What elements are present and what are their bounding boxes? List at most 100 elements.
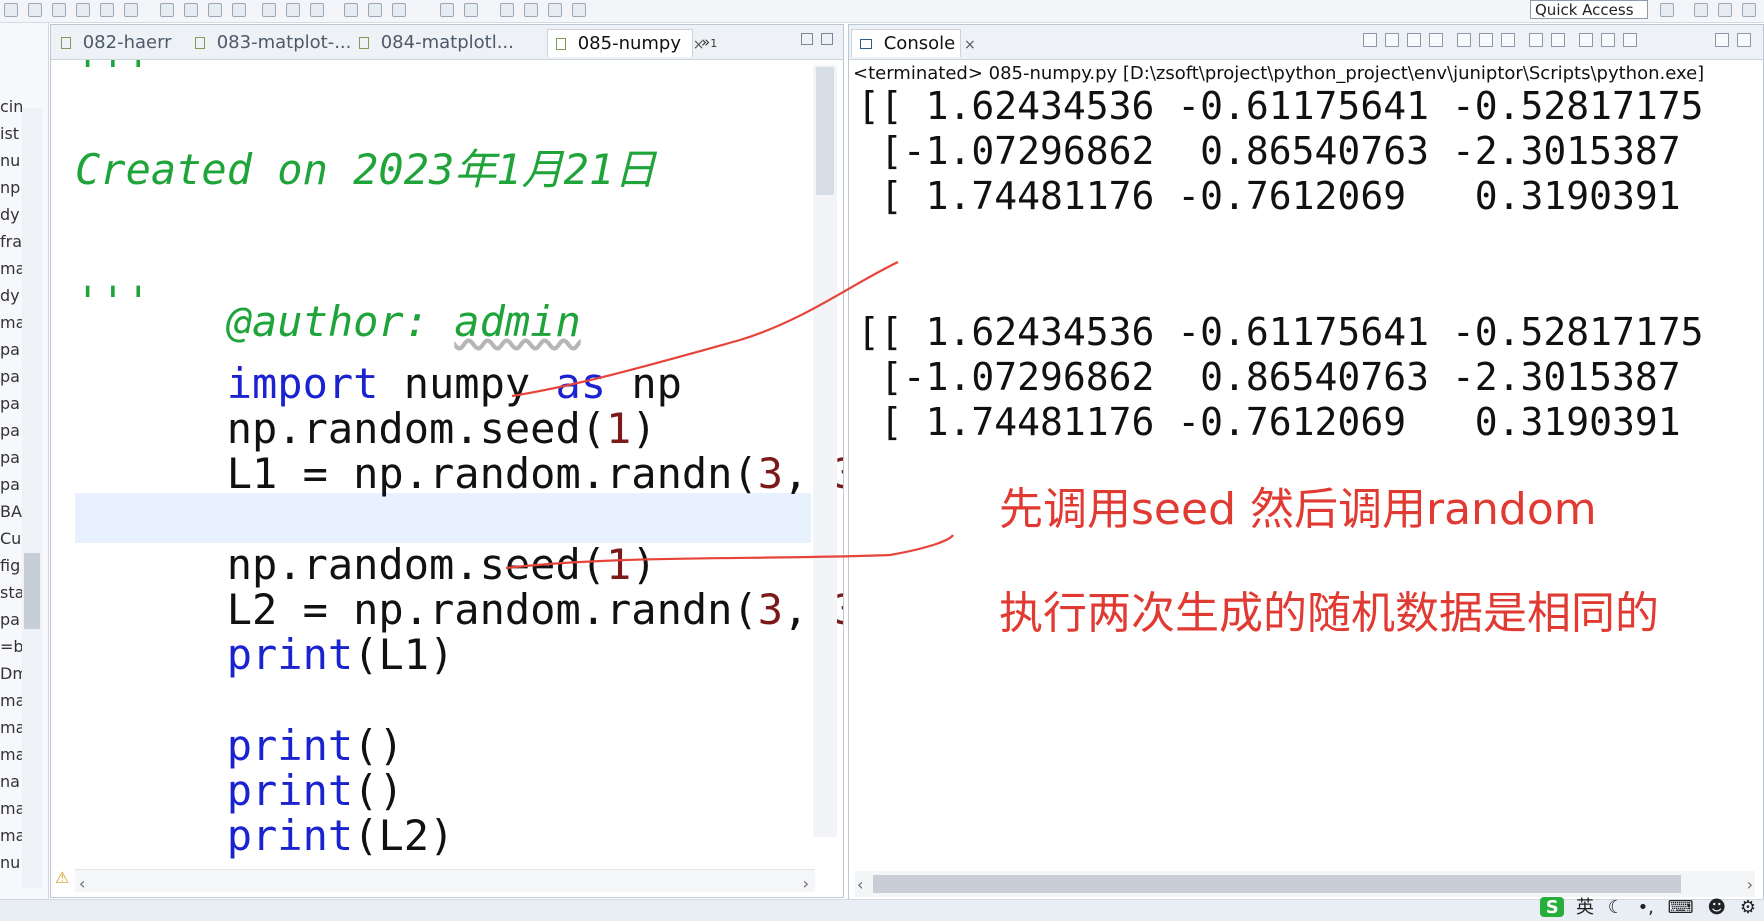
settings-icon[interactable]: ⚙ [1740,897,1756,918]
tab-082-haerr[interactable]: 082-haerr [53,29,183,57]
java-perspective-icon[interactable] [1694,3,1708,17]
nav-next-icon[interactable] [548,3,562,17]
sogou-icon[interactable]: S [1540,897,1565,918]
close-icon[interactable]: × [964,37,976,53]
forward-icon[interactable] [464,3,478,17]
remove-all-icon[interactable] [1407,33,1421,47]
left-panel-item[interactable]: ma [0,313,22,332]
left-panel-item[interactable]: dy [0,205,22,224]
external-tools-icon[interactable] [208,3,222,17]
debug-icon[interactable] [160,3,174,17]
paste-icon[interactable] [124,3,138,17]
cut-icon[interactable] [76,3,90,17]
python-perspective-icon[interactable] [1718,3,1732,17]
tab-084-matplotl[interactable]: 084-matplotl... [351,29,514,57]
arrow-icon[interactable] [286,3,300,17]
tab-console[interactable]: Console × [851,29,976,57]
scroll-right-icon[interactable]: › [1747,875,1753,894]
save-icon[interactable] [28,3,42,17]
left-panel-item[interactable]: ma [0,259,22,278]
tab-overflow-button[interactable]: »1 [701,33,717,51]
left-panel-item[interactable]: dy [0,286,22,305]
history-icon[interactable] [392,3,406,17]
maximize-icon[interactable] [1737,33,1751,47]
ime-indicator[interactable]: S 英 ☾ •, ⌨ ☻ ⚙ [1540,893,1756,918]
clear-console-icon[interactable] [1429,33,1443,47]
punctuation-icon[interactable]: •, [1638,897,1654,918]
run-icon[interactable] [184,3,198,17]
left-panel-item[interactable]: nu [0,151,22,170]
copy-icon[interactable] [100,3,114,17]
left-panel-item[interactable]: ist [0,124,22,143]
left-panel-item[interactable]: na [0,772,22,791]
ime-language[interactable]: 英 [1576,897,1594,918]
tab-083-matplot[interactable]: 083-matplot-... [187,29,351,57]
remove-launch-icon[interactable] [1385,33,1399,47]
nav-prev-icon[interactable] [572,3,586,17]
open-icon[interactable] [344,3,358,17]
display-selected-console-icon[interactable] [1551,33,1565,47]
left-panel-item[interactable]: pa [0,448,22,467]
editor-vertical-scrollbar[interactable] [813,65,837,837]
pin-console-icon[interactable] [1529,33,1543,47]
left-panel-item[interactable]: nu [0,853,22,872]
scroll-lock-icon[interactable] [1457,33,1471,47]
left-scroll-thumb[interactable] [24,553,40,629]
left-panel-item[interactable]: sta [0,583,22,602]
terminate-icon[interactable] [1363,33,1377,47]
scroll-left-icon[interactable]: ‹ [857,875,863,894]
gear-icon[interactable] [232,3,246,17]
left-panel-item[interactable]: ma [0,799,22,818]
open-console-icon[interactable] [1579,33,1593,47]
new-console-icon[interactable] [1601,33,1615,47]
left-panel-item[interactable]: fig [0,556,22,575]
user-icon[interactable]: ☻ [1707,897,1726,918]
show-console-icon[interactable] [1501,33,1515,47]
left-panel-item[interactable]: cin [0,97,22,116]
scroll-left-icon[interactable]: ‹ [79,874,85,893]
left-panel-item[interactable]: pa [0,421,22,440]
left-panel-item[interactable]: pa [0,340,22,359]
minimize-icon[interactable] [801,33,813,45]
code-editor[interactable]: ''' Created on 2023年1月21日 @author: admin… [51,60,843,895]
console-output[interactable]: [[ 1.62434536 -0.61175641 -0.52817175 [-… [849,83,1761,873]
scroll-right-icon[interactable]: › [803,874,809,893]
left-panel-item[interactable]: pa [0,367,22,386]
left-panel-item[interactable]: pa [0,394,22,413]
play-icon[interactable] [262,3,276,17]
bug-icon[interactable] [310,3,324,17]
minimize-icon[interactable] [1715,33,1729,47]
editor-horizontal-scrollbar[interactable]: ‹ › [75,869,815,893]
view-menu-icon[interactable] [1623,33,1637,47]
warning-icon[interactable]: ⚠ [55,868,69,887]
left-panel-item[interactable]: Cu [0,529,22,548]
left-panel-item[interactable]: BA [0,502,22,521]
maximize-icon[interactable] [821,33,833,45]
tab-085-numpy[interactable]: 085-numpy × [547,29,704,57]
left-scrollbar[interactable] [22,108,42,888]
nav-back-icon[interactable] [500,3,514,17]
new-icon[interactable] [4,3,18,17]
word-wrap-icon[interactable] [1479,33,1493,47]
left-panel-item[interactable]: ma [0,691,22,710]
console-hscroll-thumb[interactable] [873,875,1681,893]
left-panel-item[interactable]: ma [0,745,22,764]
back-icon[interactable] [440,3,454,17]
print-icon[interactable] [52,3,66,17]
left-panel-item[interactable]: =b [0,637,22,656]
left-panel-item[interactable]: ma [0,826,22,845]
nav-forward-icon[interactable] [524,3,538,17]
left-panel-item[interactable]: pa [0,610,22,629]
left-panel-item[interactable]: fra [0,232,22,251]
left-panel-item[interactable]: Dm [0,664,22,683]
moon-icon[interactable]: ☾ [1608,897,1624,918]
left-panel-item[interactable]: np [0,178,22,197]
left-panel-item[interactable]: pa [0,475,22,494]
keyboard-icon[interactable]: ⌨ [1668,897,1694,918]
editor-vscroll-thumb[interactable] [816,67,834,195]
search-icon[interactable] [368,3,382,17]
quick-access-field[interactable]: Quick Access [1530,0,1648,19]
left-panel-item[interactable]: ma [0,718,22,737]
perspective-icon[interactable] [1660,3,1674,17]
debug-perspective-icon[interactable] [1742,3,1756,17]
